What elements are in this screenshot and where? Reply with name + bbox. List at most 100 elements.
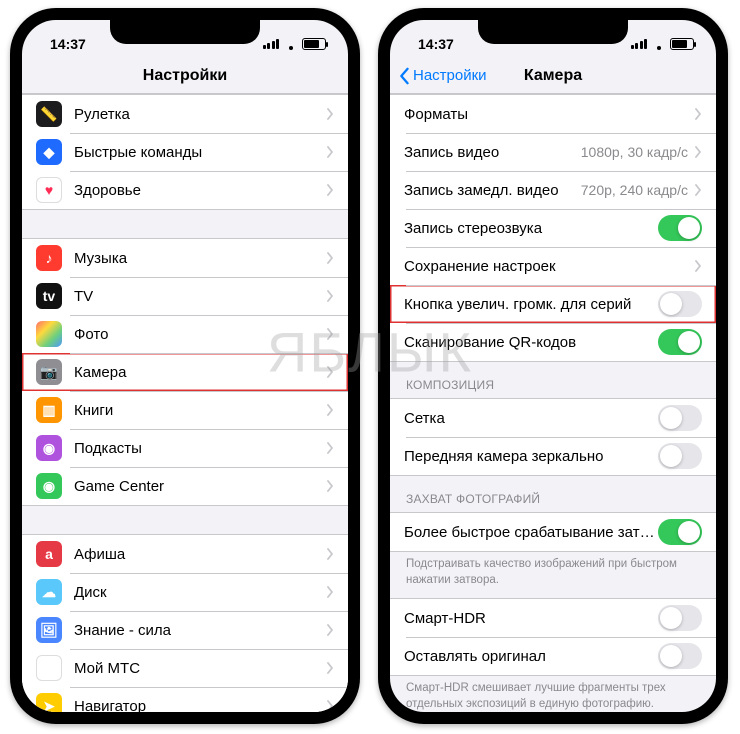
camera-row[interactable]: Запись стереозвука <box>390 209 716 247</box>
camera-row[interactable]: Смарт-HDR <box>390 599 716 637</box>
row-label: Запись видео <box>404 144 581 161</box>
row-label: Запись замедл. видео <box>404 182 581 199</box>
chevron-right-icon <box>326 290 334 302</box>
toggle-switch[interactable] <box>658 215 702 241</box>
row-label: Сканирование QR-кодов <box>404 334 658 351</box>
row-label: Оставлять оригинал <box>404 648 658 665</box>
settings-row-podcasts[interactable]: ◉ Подкасты <box>22 429 348 467</box>
row-label: Камера <box>74 364 326 381</box>
row-label: Навигатор <box>74 698 326 713</box>
settings-row-camera[interactable]: 📷 Камера <box>22 353 348 391</box>
row-label: Подкасты <box>74 440 326 457</box>
page-title: Настройки <box>143 67 227 85</box>
row-label: Здоровье <box>74 182 326 199</box>
camera-row[interactable]: Запись замедл. видео720p, 240 кадр/с <box>390 171 716 209</box>
signal-icon <box>263 39 280 49</box>
settings-row-ruler[interactable]: 📏Рулетка <box>22 95 348 133</box>
chevron-right-icon <box>326 586 334 598</box>
row-label: Сохранение настроек <box>404 258 694 275</box>
settings-row-mts[interactable]: ●Мой МТС <box>22 649 348 687</box>
row-label: Афиша <box>74 546 326 563</box>
toggle-switch[interactable] <box>658 605 702 631</box>
chevron-left-icon <box>398 67 410 85</box>
section-header: КОМПОЗИЦИЯ <box>390 362 716 398</box>
toggle-switch[interactable] <box>658 291 702 317</box>
camera-row[interactable]: Сетка <box>390 399 716 437</box>
chevron-right-icon <box>694 108 702 120</box>
settings-row-health[interactable]: ♥Здоровье <box>22 171 348 209</box>
signal-icon <box>631 39 648 49</box>
chevron-right-icon <box>326 624 334 636</box>
toggle-switch[interactable] <box>658 329 702 355</box>
photos-icon <box>36 321 62 347</box>
disk-icon: ☁ <box>36 579 62 605</box>
back-button[interactable]: Настройки <box>398 58 487 93</box>
row-label: Музыка <box>74 250 326 267</box>
podcasts-icon: ◉ <box>36 435 62 461</box>
row-label: Сетка <box>404 410 658 427</box>
chevron-right-icon <box>326 366 334 378</box>
status-time: 14:37 <box>418 36 454 52</box>
gamecenter-icon: ◉ <box>36 473 62 499</box>
navigator-icon: ➤ <box>36 693 62 712</box>
notch <box>110 20 260 44</box>
books-icon: ▥ <box>36 397 62 423</box>
camera-row[interactable]: Форматы <box>390 95 716 133</box>
camera-row[interactable]: Передняя камера зеркально <box>390 437 716 475</box>
chevron-right-icon <box>326 700 334 712</box>
phone-left: 14:37 Настройки 📏Рулетка◆Быстрые команды… <box>10 8 360 724</box>
settings-row-photos[interactable]: Фото <box>22 315 348 353</box>
afisha-icon: a <box>36 541 62 567</box>
camera-row[interactable]: Кнопка увелич. громк. для серий <box>390 285 716 323</box>
camera-row[interactable]: Запись видео1080p, 30 кадр/с <box>390 133 716 171</box>
chevron-right-icon <box>326 480 334 492</box>
camera-settings-list[interactable]: ФорматыЗапись видео1080p, 30 кадр/сЗапис… <box>390 94 716 712</box>
settings-row-shortcuts[interactable]: ◆Быстрые команды <box>22 133 348 171</box>
settings-row-disk[interactable]: ☁ Диск <box>22 573 348 611</box>
status-time: 14:37 <box>50 36 86 52</box>
chevron-right-icon <box>326 404 334 416</box>
battery-icon <box>670 38 694 50</box>
row-label: Знание - сила <box>74 622 326 639</box>
chevron-right-icon <box>326 548 334 560</box>
chevron-right-icon <box>694 146 702 158</box>
settings-row-books[interactable]: ▥ Книги <box>22 391 348 429</box>
chevron-right-icon <box>326 662 334 674</box>
section-footer: Подстраивать качество изображений при бы… <box>390 552 716 598</box>
shortcuts-icon: ◆ <box>36 139 62 165</box>
row-label: Передняя камера зеркально <box>404 448 658 465</box>
chevron-right-icon <box>326 252 334 264</box>
settings-row-gamecenter[interactable]: ◉Game Center <box>22 467 348 505</box>
wifi-icon <box>651 38 666 50</box>
chevron-right-icon <box>326 146 334 158</box>
settings-row-tv[interactable]: tvTV <box>22 277 348 315</box>
row-detail: 720p, 240 кадр/с <box>581 182 688 198</box>
toggle-switch[interactable] <box>658 519 702 545</box>
camera-icon: 📷 <box>36 359 62 385</box>
camera-row[interactable]: Оставлять оригинал <box>390 637 716 675</box>
settings-row-music[interactable]: ♪ Музыка <box>22 239 348 277</box>
settings-row-navigator[interactable]: ➤ Навигатор <box>22 687 348 712</box>
settings-row-znanie[interactable]: 🖼Знание - сила <box>22 611 348 649</box>
row-label: Книги <box>74 402 326 419</box>
phone-right: 14:37 Настройки Камера ФорматыЗапись вид… <box>378 8 728 724</box>
chevron-right-icon <box>326 108 334 120</box>
toggle-switch[interactable] <box>658 443 702 469</box>
row-label: Фото <box>74 326 326 343</box>
settings-list[interactable]: 📏Рулетка◆Быстрые команды♥Здоровье ♪ Музыка… <box>22 94 348 712</box>
camera-row[interactable]: Сканирование QR-кодов <box>390 323 716 361</box>
row-label: Смарт-HDR <box>404 610 658 627</box>
back-label: Настройки <box>413 67 487 84</box>
settings-row-afisha[interactable]: a Афиша <box>22 535 348 573</box>
navbar-right: Настройки Камера <box>390 58 716 94</box>
section-header: ЗАХВАТ ФОТОГРАФИЙ <box>390 476 716 512</box>
camera-row[interactable]: Сохранение настроек <box>390 247 716 285</box>
music-icon: ♪ <box>36 245 62 271</box>
toggle-switch[interactable] <box>658 643 702 669</box>
camera-row[interactable]: Более быстрое срабатывание затвора <box>390 513 716 551</box>
row-label: Мой МТС <box>74 660 326 677</box>
toggle-switch[interactable] <box>658 405 702 431</box>
wifi-icon <box>283 38 298 50</box>
row-label: Диск <box>74 584 326 601</box>
row-label: Более быстрое срабатывание затвора <box>404 524 658 541</box>
